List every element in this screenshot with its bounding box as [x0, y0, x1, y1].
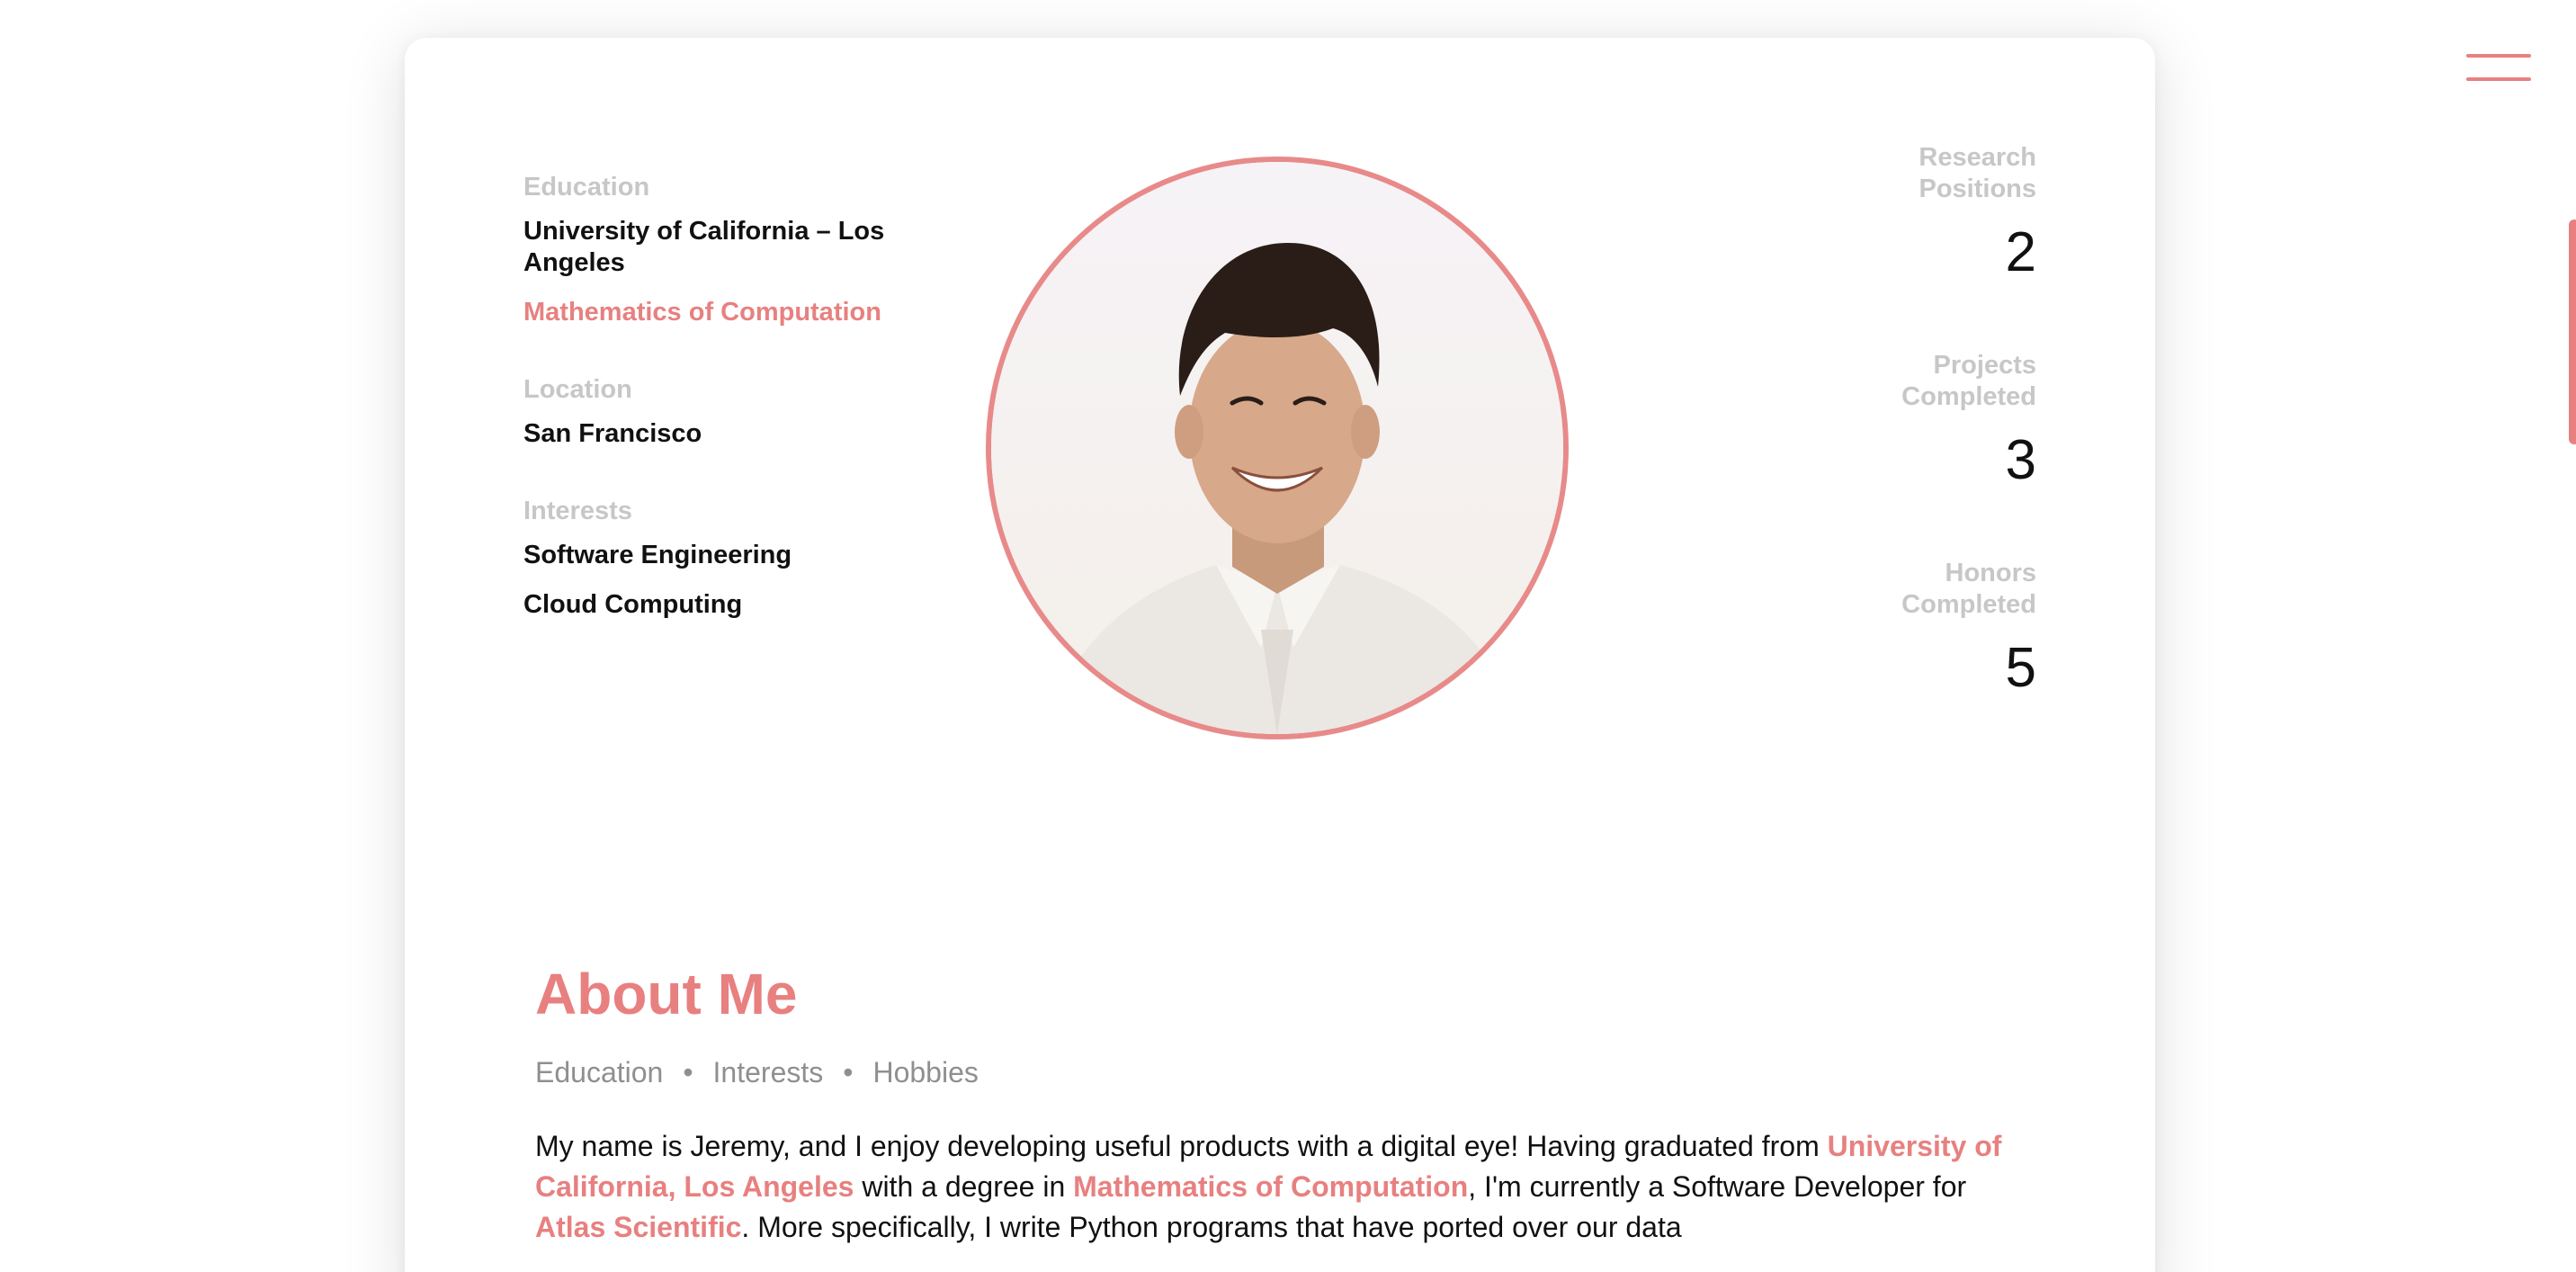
side-scroll-indicator[interactable] [2569, 219, 2576, 444]
tag-hobbies: Hobbies [872, 1056, 979, 1088]
tag-education: Education [535, 1056, 664, 1088]
stat-value: 2 [2005, 221, 2036, 283]
menu-bar-top [2466, 54, 2531, 58]
interests-section: Interests Software Engineering Cloud Com… [523, 495, 955, 621]
about-text: , I'm currently a Software Developer for [1468, 1170, 1967, 1203]
education-major: Mathematics of Computation [523, 298, 881, 327]
menu-bar-bottom [2466, 77, 2531, 81]
interest-item: Cloud Computing [523, 590, 743, 619]
location-value: San Francisco [523, 419, 702, 448]
stats-column: Research Positions 2 Projects Completed … [1736, 142, 2036, 766]
about-body: My name is Jeremy, and I enjoy developin… [535, 1126, 2028, 1248]
tag-separator: • [843, 1056, 854, 1088]
link-employer[interactable]: Atlas Scientific [535, 1211, 741, 1243]
stat-research-positions: Research Positions 2 [1736, 142, 2036, 350]
hamburger-menu-icon[interactable] [2466, 54, 2531, 86]
stat-label: Research Positions [1919, 143, 2036, 203]
stat-label: Honors Completed [1901, 559, 2036, 619]
profile-info-column: Education University of California – Los… [523, 171, 955, 666]
profile-photo [986, 157, 1569, 739]
about-text: My name is Jeremy, and I enjoy developin… [535, 1130, 1828, 1162]
link-major[interactable]: Mathematics of Computation [1073, 1170, 1468, 1203]
about-text: . More specifically, I write Python prog… [741, 1211, 1682, 1243]
location-label: Location [523, 375, 632, 404]
about-title: About Me [535, 962, 798, 1026]
page: Education University of California – Los… [0, 0, 2576, 1272]
location-section: Location San Francisco [523, 373, 955, 450]
education-section: Education University of California – Los… [523, 171, 955, 328]
about-tags: Education • Interests • Hobbies [535, 1054, 2028, 1090]
stat-value: 3 [2005, 429, 2036, 491]
tag-separator: • [683, 1056, 693, 1088]
about-section: About Me Education • Interests • Hobbies My … [535, 955, 2028, 1272]
education-label: Education [523, 173, 650, 202]
stat-honors-completed: Honors Completed 5 [1736, 558, 2036, 766]
tag-interests: Interests [712, 1056, 824, 1088]
interest-item: Software Engineering [523, 541, 792, 569]
profile-photo-illustration [991, 162, 1563, 734]
about-text: with a degree in [854, 1170, 1074, 1203]
stat-projects-completed: Projects Completed 3 [1736, 350, 2036, 558]
stat-value: 5 [2005, 637, 2036, 699]
stat-label: Projects Completed [1901, 351, 2036, 411]
interests-label: Interests [523, 497, 632, 525]
education-school: University of California – Los Angeles [523, 217, 885, 277]
